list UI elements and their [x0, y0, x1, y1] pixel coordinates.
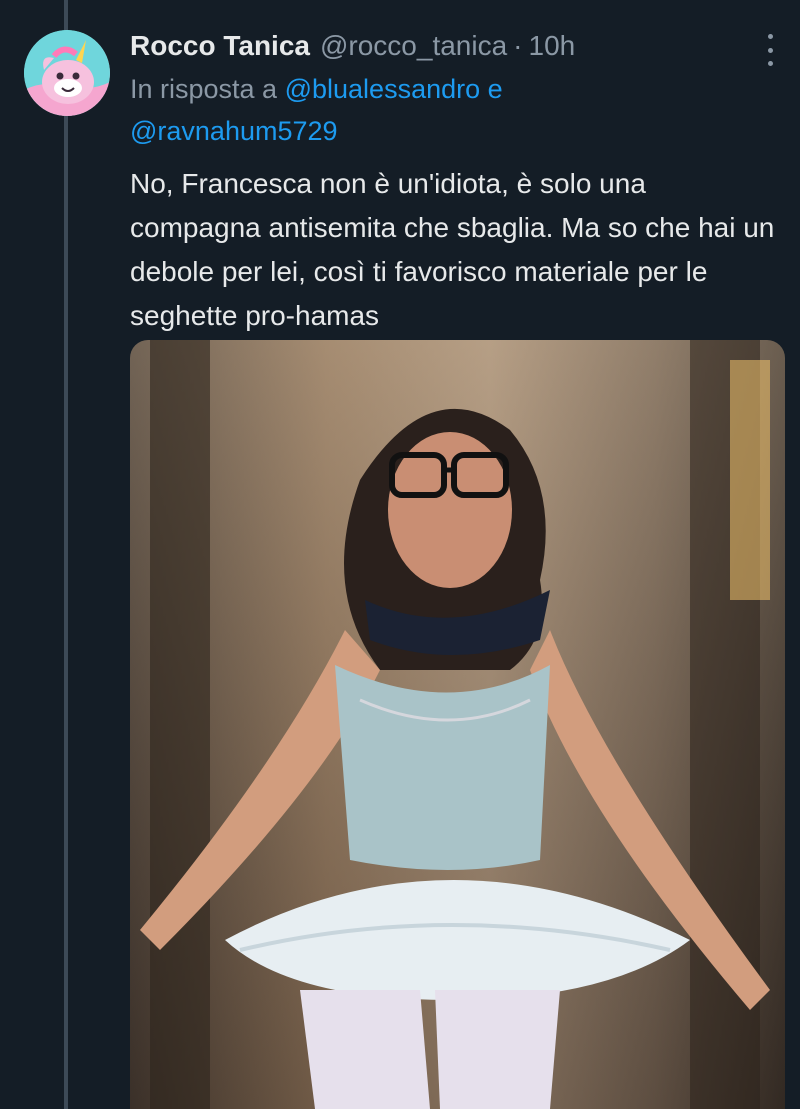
reply-context: In risposta a @blualessandro e @ravnahum… [130, 68, 780, 152]
thread-connector-line [64, 0, 68, 1109]
tweet-header: Rocco Tanica @rocco_tanica · 10h [130, 26, 780, 66]
photo-illustration [130, 340, 785, 1109]
reply-mention-ravnahum5729[interactable]: @ravnahum5729 [130, 116, 338, 146]
tweet-text: No, Francesca non è un'idiota, è solo un… [130, 168, 775, 331]
tweet-media-image[interactable] [130, 340, 785, 1109]
reply-joiner[interactable]: e [488, 74, 503, 104]
timestamp[interactable]: 10h [529, 26, 576, 66]
display-name[interactable]: Rocco Tanica [130, 26, 310, 66]
more-vertical-icon[interactable] [764, 34, 776, 66]
tweet-screen: Rocco Tanica @rocco_tanica · 10h In risp… [0, 0, 800, 1109]
reply-prefix: In risposta a [130, 74, 278, 104]
unicorn-avatar-icon [24, 30, 110, 116]
reply-mention-blualessandro[interactable]: @blualessandro [285, 74, 481, 104]
user-handle[interactable]: @rocco_tanica [320, 26, 507, 66]
avatar[interactable] [24, 30, 110, 116]
separator-dot: · [513, 30, 523, 61]
tweet-content: Rocco Tanica @rocco_tanica · 10h In risp… [130, 26, 780, 338]
